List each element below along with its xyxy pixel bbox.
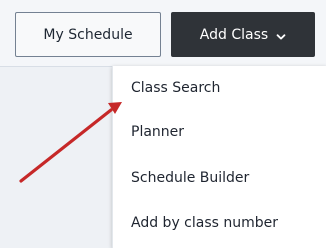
screenshot-canvas: My Schedule Add Class Class Search Plann… [0,0,326,248]
my-schedule-button[interactable]: My Schedule [15,12,161,57]
add-class-button[interactable]: Add Class [171,12,315,57]
add-class-dropdown: Class Search Planner Schedule Builder Ad… [112,66,326,248]
menu-item-planner[interactable]: Planner [131,121,184,143]
menu-item-schedule-builder[interactable]: Schedule Builder [131,167,249,189]
add-class-label: Add Class [199,26,269,43]
menu-item-class-search[interactable]: Class Search [131,77,220,99]
chevron-down-icon [276,30,286,40]
menu-item-add-by-class-number[interactable]: Add by class number [131,212,278,234]
